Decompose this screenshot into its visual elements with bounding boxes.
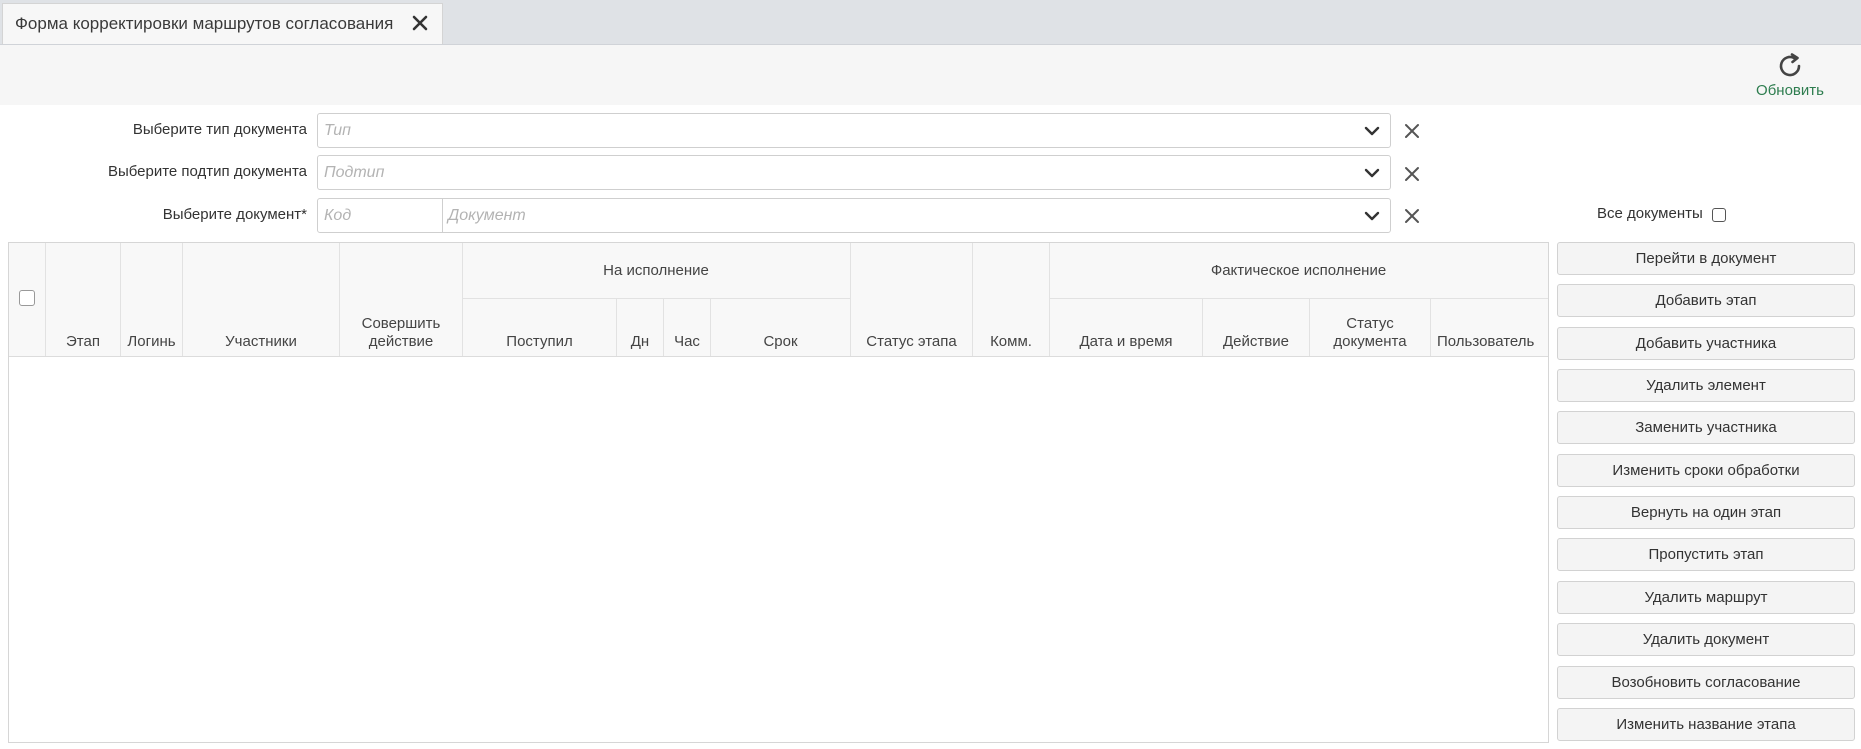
skip-stage-button[interactable]: Пропустить этап [1557,538,1855,571]
clear-doc-type-icon[interactable] [1403,122,1421,140]
delete-route-button[interactable]: Удалить маршрут [1557,581,1855,614]
doc-subtype-label: Выберите подтип документа [107,163,307,180]
col-header-datetime[interactable]: Дата и время [1050,299,1202,356]
doc-type-select[interactable]: Тип [317,113,1391,148]
col-header-deadline[interactable]: Срок [711,299,850,356]
document-placeholder: Документ [448,207,526,224]
col-header-received[interactable]: Поступил [463,299,616,356]
change-deadlines-button[interactable]: Изменить сроки обработки [1557,454,1855,487]
all-documents-label: Все документы [1597,205,1703,222]
col-header-action-line2: действие [368,333,434,350]
add-participant-button[interactable]: Добавить участника [1557,327,1855,360]
clear-doc-subtype-icon[interactable] [1403,165,1421,183]
resume-approval-button[interactable]: Возобновить согласование [1557,666,1855,699]
go-to-document-button[interactable]: Перейти в документ [1557,242,1855,275]
toolbar: Обновить [0,45,1861,105]
col-header-comment[interactable]: Комм. [973,243,1049,356]
document-code-placeholder: Код [324,207,352,224]
chevron-down-icon[interactable] [1364,125,1380,137]
refresh-icon [1779,53,1801,77]
tab-title: Форма корректировки маршрутов согласован… [15,14,394,33]
refresh-label: Обновить [1756,82,1824,99]
col-header-days[interactable]: Дн [617,299,663,356]
group-header-execution: На исполнение [603,262,709,279]
col-header-action-line1: Совершить [361,315,441,332]
refresh-button[interactable]: Обновить [1750,51,1830,103]
delete-document-button[interactable]: Удалить документ [1557,623,1855,656]
doc-subtype-select[interactable]: Подтип [317,155,1391,190]
return-one-stage-button[interactable]: Вернуть на один этап [1557,496,1855,529]
tab-route-correction[interactable]: Форма корректировки маршрутов согласован… [2,3,443,44]
tab-bar: Форма корректировки маршрутов согласован… [0,0,1861,45]
document-label: Выберите документ* [162,206,307,223]
col-header-login[interactable]: Логинь [121,243,182,356]
col-header-stage-status[interactable]: Статус этапа [851,243,972,356]
chevron-down-icon[interactable] [1364,167,1380,179]
document-select[interactable]: Код Документ [317,198,1391,233]
doc-type-label: Выберите тип документа [132,121,307,138]
col-header-action-taken[interactable]: Действие [1203,299,1309,356]
add-stage-button[interactable]: Добавить этап [1557,284,1855,317]
chevron-down-icon[interactable] [1364,210,1380,222]
grid-header: На исполнение Фактическое исполнение Эта… [9,243,1548,357]
group-header-actual: Фактическое исполнение [1210,262,1387,279]
routes-grid: На исполнение Фактическое исполнение Эта… [8,242,1549,743]
doc-type-placeholder: Тип [324,122,351,139]
delete-element-button[interactable]: Удалить элемент [1557,369,1855,402]
col-header-doc-status[interactable]: Статус документа [1310,299,1430,356]
col-header-stage[interactable]: Этап [46,243,120,356]
col-header-hours[interactable]: Час [664,299,710,356]
col-header-participants[interactable]: Участники [183,243,339,356]
col-header-doc-status-line1: Статус [1346,315,1394,332]
replace-participant-button[interactable]: Заменить участника [1557,411,1855,444]
close-icon[interactable] [410,13,430,33]
clear-document-icon[interactable] [1403,207,1421,225]
doc-subtype-placeholder: Подтип [324,164,385,181]
col-header-user[interactable]: Пользователь [1431,299,1548,356]
all-documents-checkbox[interactable] [1712,208,1726,222]
select-all-checkbox[interactable] [19,290,35,306]
col-header-action[interactable]: Совершить действие [340,243,462,356]
col-header-doc-status-line2: документа [1333,333,1407,350]
grid-body [9,357,1548,742]
combo-separator [442,199,443,232]
rename-stage-button[interactable]: Изменить название этапа [1557,708,1855,741]
